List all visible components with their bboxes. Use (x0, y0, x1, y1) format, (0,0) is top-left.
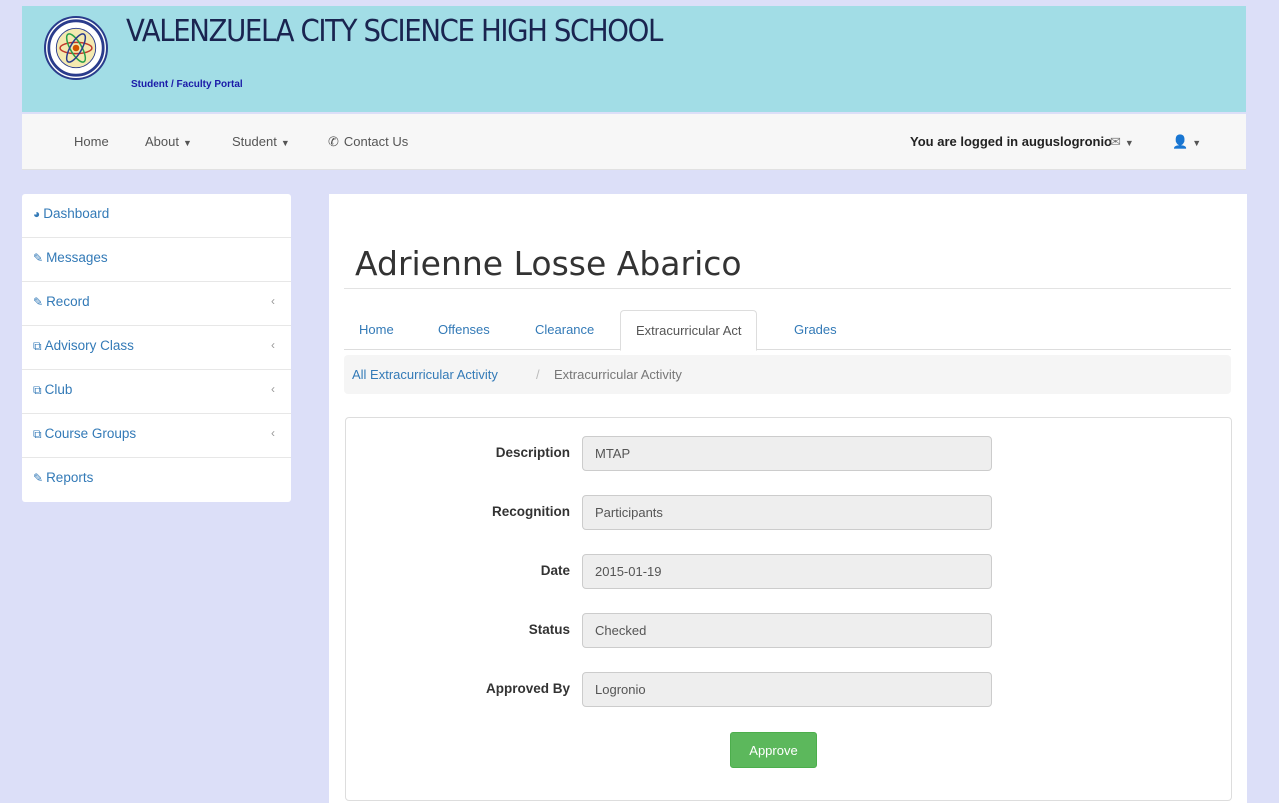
school-name: VALENZUELA CITY SCIENCE HIGH SCHOOL (126, 14, 663, 49)
school-seal-logo[interactable] (44, 16, 108, 80)
chevron-left-icon: ‹ (271, 338, 275, 352)
chevron-left-icon: ‹ (271, 382, 275, 396)
tab-clearance[interactable]: Clearance (520, 310, 609, 350)
sidebar-item-reports[interactable]: ✎ Reports (22, 458, 291, 502)
envelope-icon: ✉ (1110, 134, 1121, 149)
description-field[interactable] (582, 436, 992, 471)
date-label: Date (540, 563, 570, 578)
edit-icon: ✎ (33, 471, 44, 485)
edit-icon: ✎ (33, 251, 44, 265)
sidebar-item-club[interactable]: ⧉ Club ‹ (22, 370, 291, 414)
portal-subtitle: Student / Faculty Portal (131, 79, 243, 90)
caret-down-icon: ▼ (280, 138, 290, 148)
nav-about[interactable]: About ▼ (145, 134, 192, 149)
sidebar: ◕ Dashboard ✎ Messages ✎ Record ‹ ⧉ Advisory… (22, 194, 291, 502)
recognition-field[interactable] (582, 495, 992, 530)
description-label: Description (495, 445, 570, 460)
activity-form-panel: Description Recognition Date Status Appr… (345, 417, 1232, 801)
tab-grades[interactable]: Grades (779, 310, 852, 350)
form-row-status: Status (346, 613, 1233, 648)
caret-down-icon: ▼ (182, 138, 192, 148)
chevron-left-icon: ‹ (271, 294, 275, 308)
title-divider (344, 288, 1231, 289)
tab-extracurricular-act[interactable]: Extracurricular Act (620, 310, 758, 351)
form-row-date: Date (346, 554, 1233, 589)
top-navbar: Home About ▼ Student ▼ ✆ Contact Us You are… (22, 114, 1246, 170)
status-field[interactable] (582, 613, 992, 648)
tab-offenses[interactable]: Offenses (423, 310, 505, 350)
caret-down-icon: ▼ (1124, 138, 1134, 148)
sidebar-item-messages[interactable]: ✎ Messages (22, 238, 291, 282)
breadcrumb: All Extracurricular Activity / Extracurr… (344, 355, 1231, 394)
approve-button[interactable]: Approve (730, 732, 817, 768)
copy-icon: ⧉ (33, 383, 42, 397)
tab-home[interactable]: Home (344, 310, 409, 350)
sidebar-item-advisory-class[interactable]: ⧉ Advisory Class ‹ (22, 326, 291, 370)
sidebar-item-dashboard[interactable]: ◕ Dashboard (22, 194, 291, 238)
dashboard-icon: ◕ (33, 207, 41, 221)
sidebar-item-course-groups[interactable]: ⧉ Course Groups ‹ (22, 414, 291, 458)
page-title: Adrienne Losse Abarico (355, 244, 742, 283)
phone-icon: ✆ (328, 134, 339, 149)
user-icon: 👤 (1172, 134, 1189, 149)
edit-icon: ✎ (33, 295, 44, 309)
form-row-description: Description (346, 436, 1233, 471)
copy-icon: ⧉ (33, 427, 42, 441)
copy-icon: ⧉ (33, 339, 42, 353)
breadcrumb-separator: / (536, 367, 540, 382)
nav-home[interactable]: Home (74, 134, 109, 149)
logged-in-user-text: You are logged in auguslogronio (910, 134, 1112, 149)
main-content: Adrienne Losse Abarico Home Offenses Cle… (329, 194, 1247, 803)
date-field[interactable] (582, 554, 992, 589)
nav-student[interactable]: Student ▼ (232, 134, 290, 149)
student-tabs: Home Offenses Clearance Extracurricular … (344, 310, 1231, 351)
sidebar-item-record[interactable]: ✎ Record ‹ (22, 282, 291, 326)
user-menu[interactable]: 👤 ▼ (1172, 134, 1201, 150)
nav-contact-us[interactable]: ✆ Contact Us (328, 134, 408, 150)
breadcrumb-link-all-extracurricular[interactable]: All Extracurricular Activity (352, 355, 498, 394)
chevron-left-icon: ‹ (271, 426, 275, 440)
breadcrumb-current: Extracurricular Activity (554, 367, 682, 382)
envelope-menu[interactable]: ✉ ▼ (1110, 134, 1134, 150)
approved-by-field[interactable] (582, 672, 992, 707)
status-label: Status (528, 622, 570, 637)
form-row-recognition: Recognition (346, 495, 1233, 530)
recognition-label: Recognition (492, 504, 570, 519)
approved-by-label: Approved By (485, 681, 570, 696)
site-header: VALENZUELA CITY SCIENCE HIGH SCHOOL Stud… (22, 6, 1246, 112)
caret-down-icon: ▼ (1192, 138, 1202, 148)
form-row-approved-by: Approved By (346, 672, 1233, 707)
